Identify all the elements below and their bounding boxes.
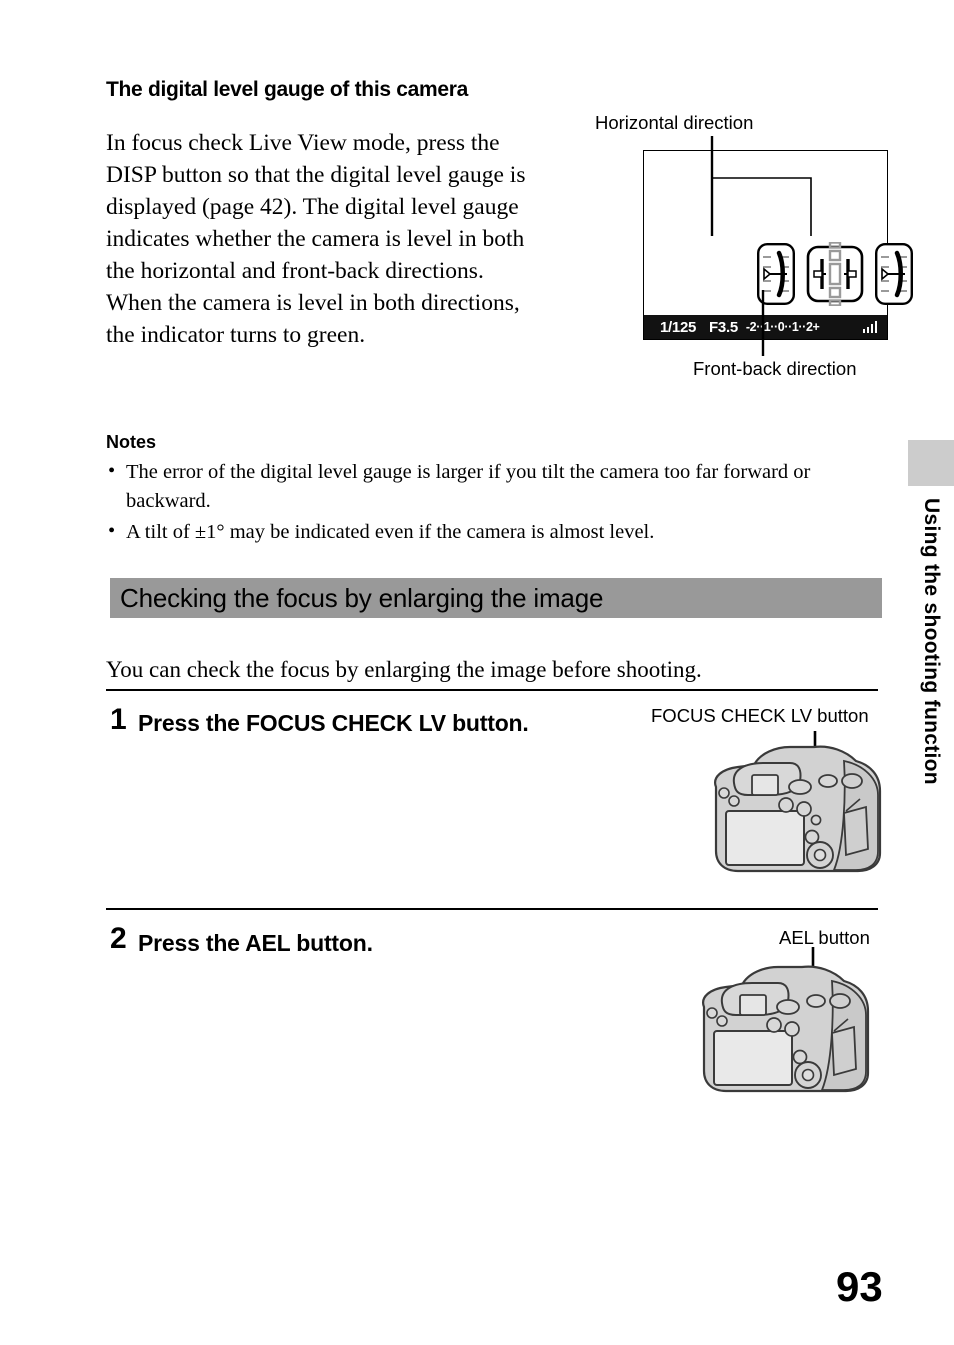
list-item: • The error of the digital level gauge i…: [106, 458, 878, 516]
bullet-glyph: •: [108, 460, 116, 482]
step-instruction: Press the FOCUS CHECK LV button.: [138, 710, 529, 736]
bullet-glyph: •: [108, 520, 116, 542]
horizontal-gauge-right: [874, 242, 913, 310]
horizontal-direction-label: Horizontal direction: [595, 112, 754, 133]
battery-level-icon: [862, 321, 877, 333]
section-header-bar: Checking the focus by enlarging the imag…: [110, 578, 882, 618]
lcd-diagram: Horizontal direction 1/125 F3.5 -2··1··0…: [575, 108, 913, 388]
manual-page: The digital level gauge of this camera I…: [0, 0, 954, 1345]
note-text: A tilt of ±1° may be indicated even if t…: [126, 521, 655, 543]
list-item: • A tilt of ±1° may be indicated even if…: [106, 518, 878, 547]
shutter-speed-value: 1/125: [660, 318, 697, 336]
exposure-scale: -2··1··0··1··2+: [745, 320, 820, 334]
focus-check-lv-button-label: FOCUS CHECK LV button: [651, 705, 869, 726]
section-lead-paragraph: You can check the focus by enlarging the…: [106, 657, 702, 682]
section-header-title: Checking the focus by enlarging the imag…: [120, 582, 604, 613]
step-divider: [106, 689, 878, 691]
camera-illustration-step1: [694, 725, 894, 890]
front-back-gauge-center: [803, 240, 867, 311]
camera-illustration-step2: [682, 945, 882, 1110]
step-number: 2: [110, 922, 127, 955]
step-number: 1: [110, 703, 127, 736]
notes-list: • The error of the digital level gauge i…: [106, 458, 878, 549]
side-tab-label: Using the shooting function: [920, 498, 943, 785]
step-divider: [106, 908, 878, 910]
note-text: The error of the digital level gauge is …: [126, 461, 811, 512]
page-title: The digital level gauge of this camera: [106, 78, 469, 102]
intro-paragraph: In focus check Live View mode, press the…: [106, 129, 526, 348]
page-number: 93: [836, 1263, 883, 1310]
horizontal-gauge-left: [756, 242, 795, 310]
side-tab: Using the shooting function: [908, 440, 954, 860]
aperture-value: F3.5: [709, 318, 738, 336]
notes-title: Notes: [106, 432, 157, 452]
side-tab-swatch: [908, 440, 954, 486]
lcd-status-bar: 1/125 F3.5 -2··1··0··1··2+: [644, 315, 887, 339]
lcd-screen-frame: 1/125 F3.5 -2··1··0··1··2+: [643, 150, 913, 340]
step-instruction: Press the AEL button.: [138, 930, 373, 956]
front-back-direction-label: Front-back direction: [693, 358, 857, 379]
